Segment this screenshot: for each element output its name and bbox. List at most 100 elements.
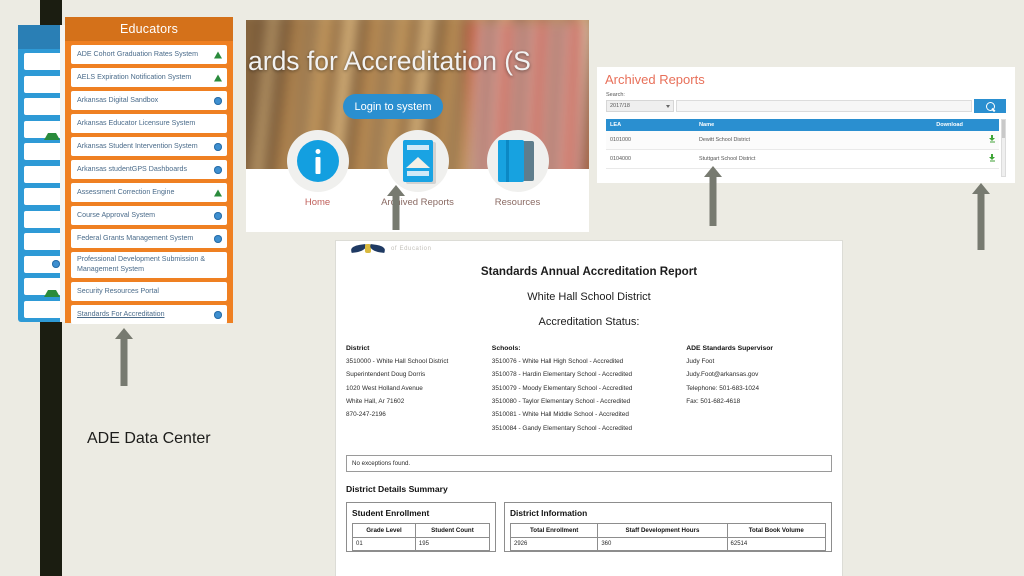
report-line: Judy.Foot@arkansas.gov — [686, 371, 759, 379]
table-header-row: LEA Name Download — [606, 119, 999, 131]
district-heading: District — [346, 345, 370, 352]
table-row: 2926 360 62514 — [509, 537, 827, 552]
wings-emblem-icon — [351, 243, 385, 254]
sidebar-item-arkansas-studentgps-dashboards[interactable]: Arkansas studentGPS Dashboards — [71, 160, 227, 179]
report-line: 3510079 - Moody Elementary School - Accr… — [491, 384, 633, 392]
accreditation-report-document: of Education Standards Annual Accreditat… — [335, 240, 843, 576]
sidebar-item-aels-expiration-notification-system[interactable]: AELS Expiration Notification System — [71, 68, 227, 87]
report-line: 1020 West Holland Avenue — [346, 384, 423, 392]
books-icon — [497, 140, 538, 182]
blue-nav-row[interactable] — [24, 255, 64, 273]
report-line: Fax: 501-682-4618 — [686, 398, 741, 406]
sidebar-item-standards-for-accreditation[interactable]: Standards For Accreditation — [71, 305, 227, 324]
hero-nav-home[interactable]: Home — [281, 130, 355, 208]
cell-name: Stuttgart School District — [695, 149, 933, 169]
student-enrollment-card: Student Enrollment Grade Level Student Co… — [346, 502, 496, 553]
search-input[interactable] — [676, 100, 972, 112]
hero-panel: ards for Accreditation (S Login to syste… — [246, 20, 589, 232]
cell-lea: 0104000 — [606, 149, 696, 169]
sidebar-item-course-approval-system[interactable]: Course Approval System — [71, 206, 227, 225]
district-information-title: District Information — [510, 508, 588, 519]
report-line: 3510080 - Taylor Elementary School - Acc… — [491, 398, 631, 406]
blue-nav-row[interactable] — [24, 120, 64, 140]
sidebar-item-ade-cohort-graduation-rates-system[interactable]: ADE Cohort Graduation Rates System — [71, 45, 227, 64]
blue-panel-header — [18, 25, 64, 49]
globe-icon — [214, 96, 222, 105]
column-header: Total Enrollment — [509, 523, 599, 539]
sidebar-item-federal-grants-management-system[interactable]: Federal Grants Management System — [71, 229, 227, 248]
triangle-icon — [214, 74, 222, 81]
table-cell: 195 — [414, 537, 491, 552]
sidebar-item-label: Standards For Accreditation — [77, 309, 165, 318]
blue-nav-row[interactable] — [24, 98, 64, 115]
report-title: Standards Annual Accreditation Report — [480, 265, 698, 278]
blue-nav-row[interactable] — [24, 188, 64, 205]
sidebar-item-label: Assessment Correction Engine — [77, 187, 175, 196]
archived-table-scrollbar[interactable] — [1001, 119, 1006, 177]
blue-nav-row[interactable] — [24, 210, 64, 228]
screenshot-stage: Educators ADE Cohort Graduation Rates Sy… — [0, 0, 1024, 576]
summary-cards: Student Enrollment Grade Level Student Co… — [346, 502, 832, 553]
blue-nav-row[interactable] — [24, 300, 64, 318]
report-supervisor-column: ADE Standards Supervisor Judy Foot Judy.F… — [686, 345, 832, 439]
globe-icon — [52, 259, 60, 268]
archived-reports-icon-circle — [386, 130, 449, 192]
table-row[interactable]: 0101000 Dewitt School District — [606, 131, 999, 150]
report-line: Superintendent Doug Dorris — [346, 371, 426, 379]
sidebar-item-label: Arkansas Student Intervention System — [77, 141, 198, 150]
hero-nav-resources[interactable]: Resources — [481, 130, 555, 208]
school-year-value: 2017/18 — [610, 103, 630, 109]
hero-title: ards for Accreditation (S — [248, 46, 531, 76]
download-icon[interactable] — [989, 135, 995, 143]
table-row: 01 195 — [352, 537, 491, 552]
blue-nav-row[interactable] — [24, 143, 64, 160]
sidebar-item-security-resources-portal[interactable]: Security Resources Portal — [71, 282, 227, 301]
hero-nav-home-label: Home — [304, 197, 331, 208]
blue-nav-row[interactable] — [24, 278, 64, 297]
annotation-arrow-sidebar — [115, 328, 133, 386]
column-header-name[interactable]: Name — [695, 119, 933, 131]
blue-nav-row[interactable] — [24, 53, 64, 70]
login-to-system-button[interactable]: Login to system — [343, 94, 443, 119]
column-header-lea[interactable]: LEA — [606, 119, 696, 131]
table-header-row: Total Enrollment Staff Development Hours T… — [509, 523, 827, 539]
scrollbar-thumb[interactable] — [1002, 120, 1005, 138]
globe-icon — [214, 310, 222, 319]
table-row[interactable]: 0104000 Stuttgart School District — [606, 149, 999, 169]
sidebar-item-assessment-correction-engine[interactable]: Assessment Correction Engine — [71, 183, 227, 202]
district-information-table: Total Enrollment Staff Development Hours T… — [509, 523, 827, 552]
triangle-icon — [214, 189, 222, 196]
home-icon-circle — [286, 130, 349, 192]
blue-nav-row[interactable] — [24, 165, 64, 183]
sidebar-item-arkansas-student-intervention-system[interactable]: Arkansas Student Intervention System — [71, 137, 227, 156]
table-cell: 62514 — [726, 537, 827, 552]
schools-heading: Schools: — [491, 345, 521, 352]
sidebar-item-arkansas-educator-licensure-system[interactable]: Arkansas Educator Licensure System — [71, 114, 227, 133]
school-year-select[interactable]: 2017/18 — [606, 100, 674, 112]
table-cell: 360 — [597, 537, 728, 552]
download-icon[interactable] — [989, 154, 995, 162]
cell-download[interactable] — [932, 149, 999, 169]
blue-nav-row[interactable] — [24, 75, 64, 93]
partial-blue-nav-panel — [18, 25, 64, 322]
district-information-card: District Information Total Enrollment Sta… — [504, 502, 832, 553]
sidebar-item-label: Course Approval System — [77, 210, 156, 219]
sidebar-item-arkansas-digital-sandbox[interactable]: Arkansas Digital Sandbox — [71, 91, 227, 110]
sidebar-item-professional-development-submission-management-system[interactable]: Professional Development Submission & Ma… — [71, 252, 227, 278]
supervisor-heading: ADE Standards Supervisor — [686, 345, 774, 352]
annotation-arrow-archived-icon — [387, 185, 405, 230]
globe-icon — [214, 165, 222, 174]
column-header: Student Count — [414, 523, 491, 539]
resources-icon-circle — [486, 130, 549, 192]
globe-icon — [214, 211, 222, 220]
report-district-column: District 3510000 - White Hall School Dis… — [346, 345, 492, 439]
search-button[interactable] — [974, 99, 1006, 113]
cell-download[interactable] — [932, 131, 999, 150]
column-header: Grade Level — [352, 523, 416, 539]
archived-reports-table: LEA Name Download 0101000 Dewitt School D… — [606, 119, 999, 169]
column-header-download[interactable]: Download — [932, 119, 999, 131]
sidebar-item-label: Professional Development Submission & Ma… — [77, 255, 206, 273]
ade-data-center-caption: ADE Data Center — [87, 430, 211, 447]
annotation-arrow-table — [704, 166, 722, 226]
blue-nav-row[interactable] — [24, 233, 64, 250]
